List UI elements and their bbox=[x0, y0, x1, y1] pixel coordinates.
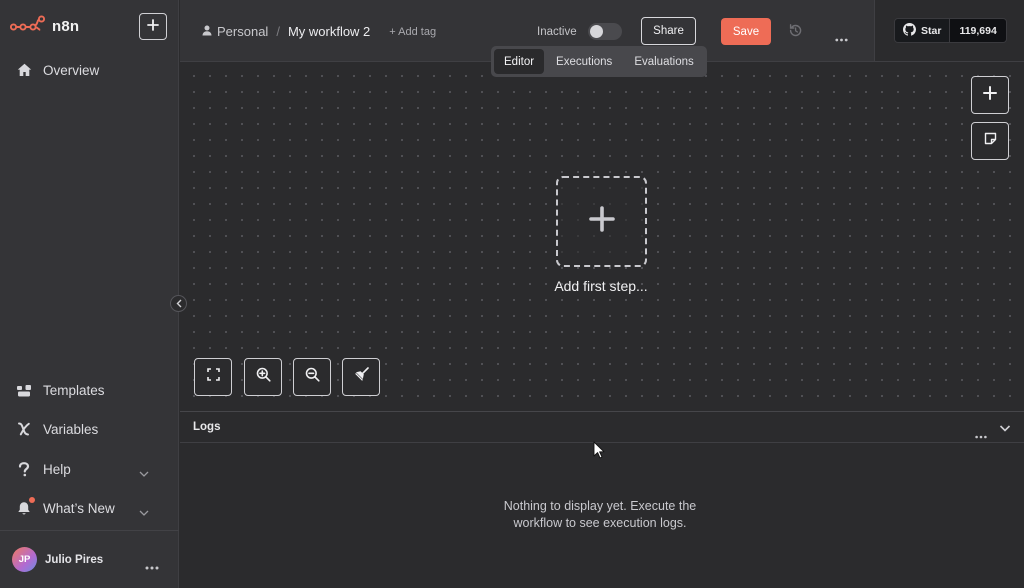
tidy-up-button[interactable] bbox=[342, 358, 380, 396]
templates-icon bbox=[16, 382, 32, 398]
workflow-name[interactable]: My workflow 2 bbox=[288, 24, 370, 39]
logs-panel: Logs Nothing to display yet. Execute the… bbox=[180, 411, 1024, 588]
brand-name: n8n bbox=[52, 18, 80, 35]
sidebar-item-templates[interactable]: Templates bbox=[0, 373, 179, 407]
sidebar-item-label: What’s New bbox=[43, 500, 115, 516]
history-icon[interactable] bbox=[788, 23, 803, 43]
breadcrumb-project-label: Personal bbox=[217, 24, 269, 39]
sidebar-item-whats-new[interactable]: What’s New bbox=[0, 491, 179, 525]
fullscreen-icon bbox=[206, 368, 220, 386]
plus-icon bbox=[147, 18, 159, 36]
tab-executions[interactable]: Executions bbox=[546, 49, 622, 74]
sidebar-item-help[interactable]: Help bbox=[0, 452, 179, 486]
brand-logo[interactable]: n8n bbox=[9, 14, 80, 39]
more-horizontal-icon[interactable] bbox=[975, 426, 987, 444]
tab-editor[interactable]: Editor bbox=[494, 49, 545, 74]
logs-header[interactable]: Logs bbox=[180, 412, 1024, 443]
help-icon bbox=[16, 461, 32, 477]
github-area: Star 119,694 bbox=[874, 0, 1024, 62]
bell-icon bbox=[16, 497, 35, 516]
more-horizontal-icon[interactable] bbox=[145, 557, 159, 575]
avatar: JP bbox=[12, 547, 37, 572]
zoom-in-button[interactable] bbox=[244, 358, 282, 396]
share-button[interactable]: Share bbox=[641, 17, 696, 45]
user-menu[interactable]: JP Julio Pires bbox=[0, 530, 179, 588]
github-star-label: Star bbox=[921, 24, 942, 37]
tab-evaluations[interactable]: Evaluations bbox=[624, 49, 703, 74]
plus-icon bbox=[983, 85, 997, 105]
breadcrumb-separator: / bbox=[276, 24, 280, 39]
variables-icon bbox=[16, 421, 32, 437]
chevron-down-icon bbox=[139, 503, 149, 521]
github-icon bbox=[903, 22, 916, 39]
zoom-out-button[interactable] bbox=[293, 358, 331, 396]
workflow-active-toggle[interactable] bbox=[588, 23, 622, 40]
create-new-button[interactable] bbox=[139, 13, 167, 40]
user-icon bbox=[202, 24, 212, 39]
add-first-step-button[interactable] bbox=[556, 176, 647, 267]
mouse-cursor-icon bbox=[593, 441, 605, 464]
logs-title: Logs bbox=[193, 421, 221, 433]
github-star-widget[interactable]: Star 119,694 bbox=[894, 18, 1007, 43]
view-tabs: Editor Executions Evaluations bbox=[491, 46, 707, 77]
toggle-knob bbox=[590, 25, 603, 38]
zoom-out-icon bbox=[305, 367, 320, 387]
sidebar-item-label: Overview bbox=[43, 62, 100, 78]
sidebar-collapse-button[interactable] bbox=[170, 295, 187, 312]
sidebar-item-label: Templates bbox=[43, 382, 105, 398]
broom-icon bbox=[354, 367, 369, 387]
workflow-status-label: Inactive bbox=[537, 26, 577, 38]
n8n-logo-icon bbox=[9, 14, 46, 39]
sidebar-item-overview[interactable]: Overview bbox=[0, 53, 179, 87]
more-horizontal-icon[interactable] bbox=[835, 29, 848, 47]
github-star-count[interactable]: 119,694 bbox=[949, 19, 1006, 42]
chevron-left-icon bbox=[176, 295, 182, 313]
chevron-down-icon bbox=[139, 464, 149, 482]
notification-dot bbox=[29, 497, 35, 503]
user-name: Julio Pires bbox=[45, 553, 104, 566]
breadcrumb-project[interactable]: Personal bbox=[202, 24, 268, 39]
github-star-button[interactable]: Star bbox=[895, 19, 950, 42]
save-button[interactable]: Save bbox=[721, 18, 771, 45]
zoom-in-icon bbox=[256, 367, 271, 387]
plus-icon bbox=[588, 206, 615, 237]
home-icon bbox=[16, 62, 32, 78]
fit-view-button[interactable] bbox=[194, 358, 232, 396]
breadcrumb: Personal / My workflow 2 + Add tag bbox=[202, 24, 436, 39]
chevron-down-icon[interactable] bbox=[999, 421, 1011, 439]
add-first-step-label[interactable]: Add first step... bbox=[501, 278, 701, 294]
logs-empty-message: Nothing to display yet. Execute the work… bbox=[503, 499, 697, 530]
sidebar-item-label: Variables bbox=[43, 421, 99, 437]
add-node-button[interactable] bbox=[971, 76, 1009, 114]
sidebar-item-variables[interactable]: Variables bbox=[0, 412, 179, 446]
sticky-note-icon bbox=[984, 132, 997, 150]
workflow-canvas[interactable]: Add first step... bbox=[180, 62, 1024, 411]
sidebar: n8n Overview Templates Variables Help Wh… bbox=[0, 0, 179, 588]
add-tag-button[interactable]: + Add tag bbox=[389, 26, 436, 38]
sidebar-item-label: Help bbox=[43, 461, 71, 477]
add-sticky-note-button[interactable] bbox=[971, 122, 1009, 160]
